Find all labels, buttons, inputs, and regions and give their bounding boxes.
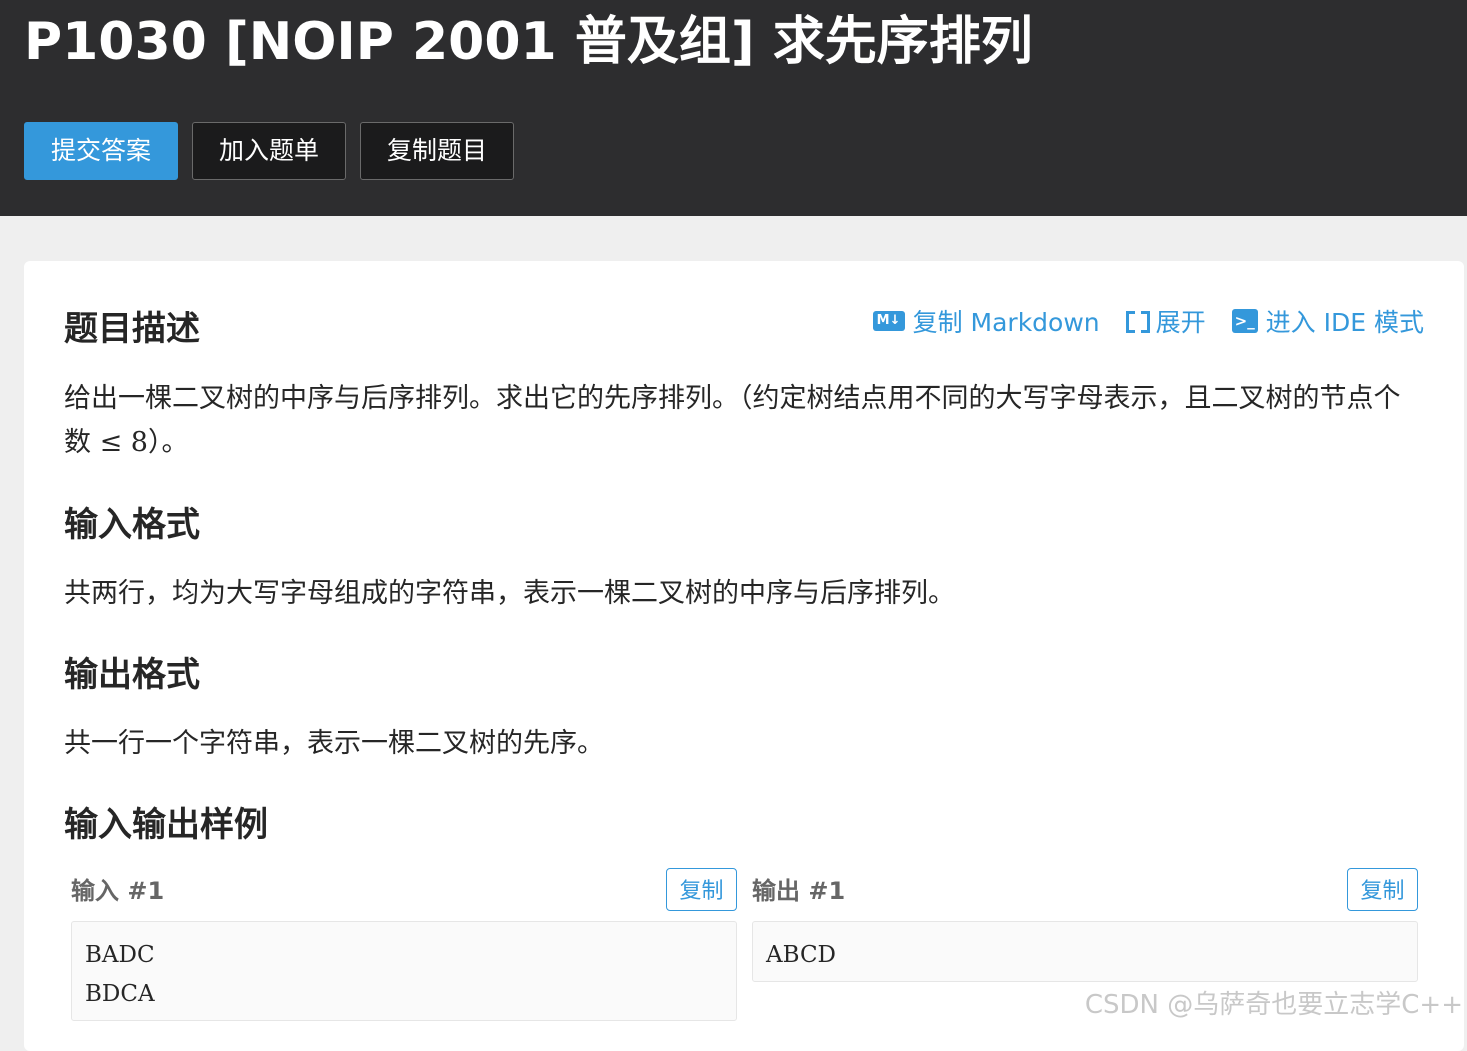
- description-text-main: 给出一棵二叉树的中序与后序排列。求出它的先序排列。（约定树结点用不同的大写字母表…: [64, 383, 1401, 458]
- description-text-end: ）。: [147, 427, 189, 458]
- header-actions: 提交答案 加入题单 复制题目: [24, 122, 528, 180]
- sample-input-label: 输入 #1: [71, 877, 165, 905]
- submit-answer-button[interactable]: 提交答案: [24, 122, 179, 180]
- node-limit-math: ≤ 8: [99, 427, 148, 458]
- copy-markdown-label: 复制 Markdown: [912, 308, 1100, 337]
- copy-output-button[interactable]: 复制: [1347, 868, 1418, 911]
- expand-label: 展开: [1155, 308, 1206, 337]
- markdown-icon: M↓: [872, 311, 905, 331]
- problem-title: P1030 [NOIP 2001 普及组] 求先序排列: [24, 12, 1033, 72]
- problem-header: P1030 [NOIP 2001 普及组] 求先序排列 提交答案 加入题单 复制…: [0, 0, 1467, 216]
- description-text: 给出一棵二叉树的中序与后序排列。求出它的先序排列。（约定树结点用不同的大写字母表…: [64, 377, 1424, 465]
- copy-markdown-link[interactable]: M↓ 复制 Markdown: [872, 303, 1100, 339]
- expand-link[interactable]: 展开: [1125, 303, 1206, 339]
- content-toolbar: M↓ 复制 Markdown 展开 >_ 进入 IDE 模式: [847, 303, 1424, 339]
- samples-heading: 输入输出样例: [64, 805, 268, 845]
- copy-problem-button[interactable]: 复制题目: [360, 122, 515, 180]
- description-heading: 题目描述: [64, 309, 200, 349]
- csdn-watermark: CSDN @乌萨奇也要立志学C++: [1084, 990, 1463, 1020]
- output-format-text: 共一行一个字符串，表示一棵二叉树的先序。: [64, 728, 604, 759]
- ide-mode-link[interactable]: >_ 进入 IDE 模式: [1231, 303, 1424, 339]
- sample-output-box[interactable]: ABCD: [752, 921, 1418, 982]
- sample-output-label: 输出 #1: [752, 877, 846, 905]
- problem-content-card: M↓ 复制 Markdown 展开 >_ 进入 IDE 模式 题目描述 给出一棵…: [24, 261, 1464, 1051]
- copy-input-button[interactable]: 复制: [666, 868, 737, 911]
- output-format-heading: 输出格式: [64, 655, 200, 695]
- expand-icon: [1125, 310, 1150, 333]
- add-to-list-button[interactable]: 加入题单: [192, 122, 347, 180]
- input-format-heading: 输入格式: [64, 505, 200, 545]
- sample-input-box[interactable]: BADC BDCA: [71, 921, 737, 1021]
- input-format-text: 共两行，均为大写字母组成的字符串，表示一棵二叉树的中序与后序排列。: [64, 578, 955, 609]
- terminal-icon: >_: [1231, 309, 1258, 333]
- ide-mode-label: 进入 IDE 模式: [1265, 308, 1424, 337]
